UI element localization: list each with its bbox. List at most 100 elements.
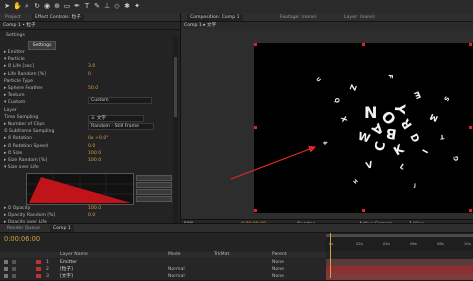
timeline-panel: Render Queue Comp 1 0:00:06:00 0s 02s 04s 0…	[0, 223, 473, 281]
param-row[interactable]: ▸ ⏱ Life [sec] 3.0	[0, 64, 172, 70]
param-row[interactable]: ▸ Size Random [%] 100.0	[0, 158, 172, 164]
playhead[interactable]	[330, 233, 331, 278]
param-label: Particle Type	[4, 78, 33, 84]
type-tool-icon[interactable]: T	[83, 2, 91, 10]
preset-button-4[interactable]	[136, 196, 172, 202]
param-row[interactable]: Layer	[0, 108, 172, 114]
ruler-tick-label: 06s	[410, 241, 417, 246]
param-row[interactable]: Time Sampling	[0, 115, 172, 121]
audio-toggle-icon[interactable]	[12, 274, 16, 278]
audio-toggle-icon[interactable]	[12, 267, 16, 271]
param-row[interactable]: ▸ ⏱ Size 100.0	[0, 151, 172, 157]
param-value[interactable]: 0.0	[88, 144, 95, 150]
camera-tool-icon[interactable]: ◉	[43, 2, 51, 10]
tab-effect-controls[interactable]: Effect Controls: 粒子	[32, 14, 84, 21]
selection-tool-icon[interactable]: ➤	[3, 2, 11, 10]
pan-behind-tool-icon[interactable]: ⊕	[53, 2, 61, 10]
time-ruler[interactable]: 0s 02s 04s 06s 08s 10s	[326, 233, 473, 251]
param-row[interactable]: ▸ Opacity Random [%] 0.0	[0, 213, 172, 219]
label-color-swatch[interactable]	[36, 260, 41, 264]
work-area-bar[interactable]	[326, 234, 473, 237]
param-label: ▸ Size Random [%]	[4, 158, 48, 163]
param-row[interactable]: ▾ Particle	[0, 57, 172, 63]
tab-comp-1[interactable]: Comp 1	[50, 225, 74, 232]
settings-group[interactable]: Settings	[0, 33, 172, 39]
param-row[interactable]: ▾ Size over Life	[0, 165, 172, 171]
param-row[interactable]: ▸ Sphere Feather 50.0	[0, 86, 172, 92]
roto-tool-icon[interactable]: ✱	[123, 2, 131, 10]
tab-layer[interactable]: Layer: (none)	[341, 14, 378, 21]
tab-footage[interactable]: Footage: (none)	[277, 14, 320, 21]
param-label: ▾ Custom	[4, 100, 26, 106]
param-row[interactable]: ⏱ Subframe Sampling	[0, 129, 172, 135]
param-label: ▸ ⏱ Rotation	[4, 136, 33, 142]
param-value[interactable]: 0.0	[88, 213, 95, 219]
layer-name[interactable]: Emitter	[60, 259, 77, 266]
layer-duration-bar[interactable]	[326, 259, 473, 266]
param-value[interactable]: 100.0	[88, 206, 101, 212]
layer-parent[interactable]: None	[272, 259, 284, 266]
tab-render-queue[interactable]: Render Queue	[4, 225, 43, 232]
param-label: ▸ Sphere Feather	[4, 86, 43, 91]
param-row[interactable]: ▸ ⏱ Rotation 0x +0.0°	[0, 136, 172, 142]
hand-tool-icon[interactable]: ✋	[13, 2, 22, 10]
custom-layer-dropdown[interactable]: 3. 文字	[88, 115, 144, 122]
param-row[interactable]: ▸ ⏱ Opacity 100.0	[0, 206, 172, 212]
param-label: ⏱ Subframe Sampling	[4, 129, 55, 135]
param-value[interactable]: 0x +0.0°	[88, 136, 109, 142]
current-time-display[interactable]: 0:00:06:00	[4, 235, 40, 243]
param-value[interactable]: 100.0	[88, 158, 101, 164]
eye-toggle-icon[interactable]	[4, 274, 8, 278]
param-row[interactable]: ▸ Emitter	[0, 50, 172, 56]
preset-button-3[interactable]	[136, 189, 172, 195]
tab-project[interactable]: Project	[2, 14, 24, 21]
trkmat-header: TrkMat	[214, 252, 230, 257]
rotate-tool-icon[interactable]: ↻	[33, 2, 41, 10]
param-value[interactable]: 0	[88, 72, 91, 78]
timeline-layer-row[interactable]: 3 [文字] Normal None	[0, 273, 326, 281]
param-value[interactable]: 50.0	[88, 86, 98, 92]
layer-parent[interactable]: None	[272, 266, 284, 273]
param-label: ▾ Particle	[4, 57, 25, 63]
preset-button-2[interactable]	[136, 182, 172, 188]
layer-duration-bar[interactable]	[326, 266, 473, 273]
time-sampling-dropdown[interactable]: Random - Still Frame	[88, 123, 154, 130]
eye-toggle-icon[interactable]	[4, 260, 8, 264]
label-color-swatch[interactable]	[36, 267, 41, 271]
label-color-swatch[interactable]	[36, 274, 41, 278]
param-label: ▸ Opacity Random [%]	[4, 213, 56, 218]
effect-controls-scrollbar[interactable]	[173, 37, 178, 233]
brush-tool-icon[interactable]: ✎	[93, 2, 101, 10]
scrollbar-thumb[interactable]	[174, 57, 177, 117]
composition-viewer[interactable]: NOYABRCKWDZEMXIVLQSTPGHJUF	[181, 29, 473, 221]
stamp-tool-icon[interactable]: ⊥	[103, 2, 111, 10]
param-value[interactable]: 100.0	[88, 151, 101, 157]
param-label: Layer	[4, 107, 17, 113]
layer-name[interactable]: [粒子]	[60, 266, 73, 273]
param-label: ▸ ⏱ Size	[4, 150, 23, 156]
annotation-arrow	[230, 145, 317, 180]
layer-mode[interactable]: Normal	[168, 266, 185, 273]
param-row[interactable]: Particle Type	[0, 79, 172, 85]
param-label: ▸ ⏱ Opacity	[4, 206, 31, 211]
zoom-tool-icon[interactable]: ⌕	[23, 2, 31, 10]
left-panel-tabs: Project Effect Controls: 粒子	[0, 13, 180, 22]
param-row[interactable]: ▸ Life Random [%] 0	[0, 72, 172, 78]
param-label: ▸ Texture	[4, 93, 25, 99]
size-over-life-graph[interactable]	[26, 173, 134, 205]
preset-button-1[interactable]	[136, 175, 172, 181]
eraser-tool-icon[interactable]: ◇	[113, 2, 121, 10]
viewer-tabs: Composition: Comp 1 Footage: (none) Laye…	[181, 13, 473, 22]
layer-number: 2	[46, 267, 49, 272]
eye-toggle-icon[interactable]	[4, 267, 8, 271]
timeline-tabs: Render Queue Comp 1	[0, 224, 473, 233]
puppet-tool-icon[interactable]: ✦	[133, 2, 141, 10]
mask-tool-icon[interactable]: ▭	[63, 2, 71, 10]
tab-composition[interactable]: Composition: Comp 1	[187, 14, 243, 21]
settings-button[interactable]: Settings	[28, 41, 56, 50]
particle-type-dropdown[interactable]: Custom	[88, 97, 152, 104]
param-value[interactable]: 3.0	[88, 64, 95, 70]
audio-toggle-icon[interactable]	[12, 260, 16, 264]
pen-tool-icon[interactable]: ✒	[73, 2, 81, 10]
param-row[interactable]: ▸ ⏱ Rotation Speed 0.0	[0, 144, 172, 150]
